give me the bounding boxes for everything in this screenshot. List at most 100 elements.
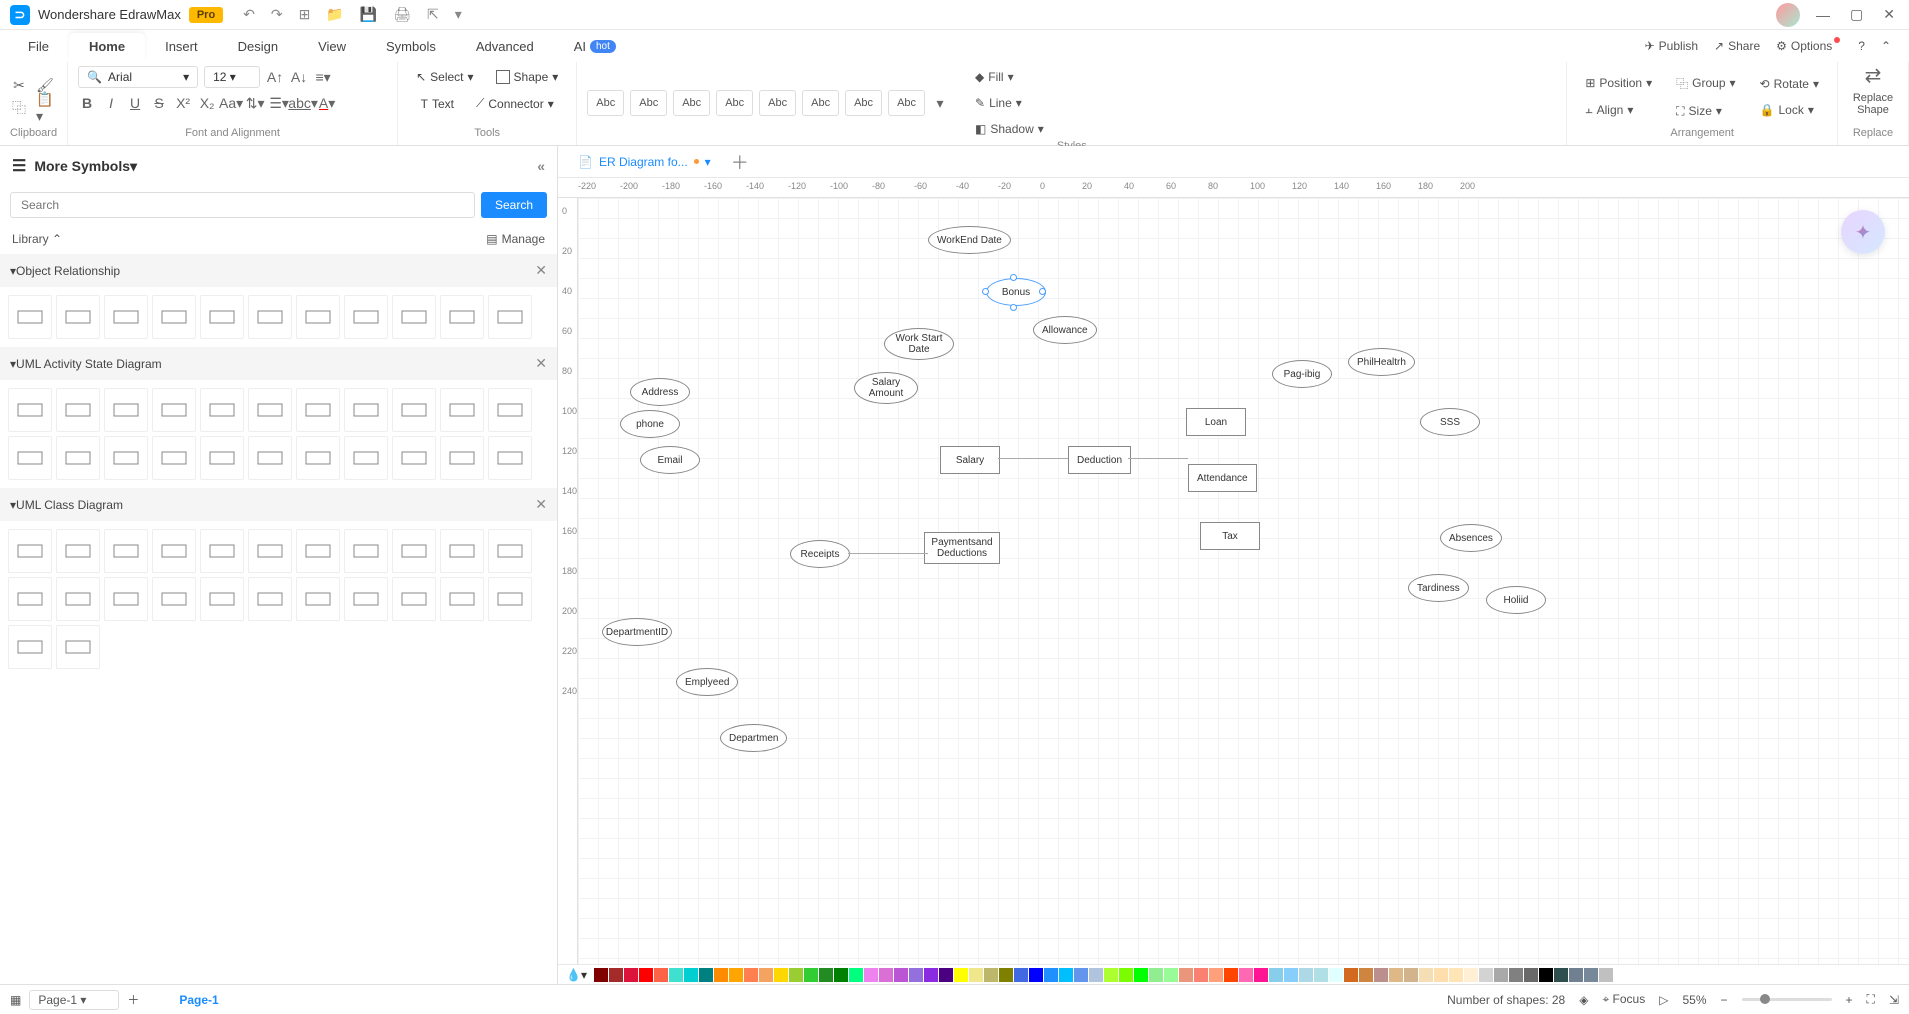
- shape-phone[interactable]: phone: [620, 410, 680, 438]
- present-icon[interactable]: ▷: [1659, 993, 1668, 1007]
- shape-tax[interactable]: Tax: [1200, 522, 1260, 550]
- symbol-item[interactable]: [200, 295, 244, 339]
- color-swatch[interactable]: [1149, 968, 1163, 982]
- close-section-icon[interactable]: ✕: [535, 262, 547, 279]
- color-swatch[interactable]: [1524, 968, 1538, 982]
- add-tab-button[interactable]: ＋: [723, 149, 757, 175]
- shape-email[interactable]: Email: [640, 446, 700, 474]
- symbol-item[interactable]: [56, 436, 100, 480]
- size-button[interactable]: ⛶ Size ▾: [1668, 100, 1743, 123]
- shape-holiday[interactable]: Holiid: [1486, 586, 1546, 614]
- maximize-button[interactable]: ▢: [1846, 6, 1867, 23]
- symbol-item[interactable]: [200, 529, 244, 573]
- tab-insert[interactable]: Insert: [145, 33, 218, 60]
- symbol-item[interactable]: [440, 577, 484, 621]
- symbol-item[interactable]: [8, 388, 52, 432]
- color-swatch[interactable]: [1464, 968, 1478, 982]
- color-swatch[interactable]: [1569, 968, 1583, 982]
- print-icon[interactable]: 🖨: [393, 6, 411, 23]
- color-swatch[interactable]: [624, 968, 638, 982]
- font-size-select[interactable]: 12 ▾: [204, 66, 260, 88]
- shape-allowance[interactable]: Allowance: [1033, 316, 1097, 344]
- shape-workend[interactable]: WorkEnd Date: [928, 226, 1011, 254]
- color-swatch[interactable]: [714, 968, 728, 982]
- color-swatch[interactable]: [1044, 968, 1058, 982]
- shape-bonus[interactable]: Bonus: [986, 278, 1046, 306]
- color-swatch[interactable]: [1299, 968, 1313, 982]
- symbol-item[interactable]: [344, 529, 388, 573]
- color-swatch[interactable]: [1164, 968, 1178, 982]
- search-button[interactable]: Search: [481, 192, 547, 218]
- symbol-item[interactable]: [296, 436, 340, 480]
- font-family-select[interactable]: 🔍 Arial ▾: [78, 66, 198, 88]
- color-swatch[interactable]: [909, 968, 923, 982]
- symbol-item[interactable]: [152, 577, 196, 621]
- symbol-item[interactable]: [248, 436, 292, 480]
- page-view-icon[interactable]: ▦: [10, 993, 21, 1007]
- ai-assistant-button[interactable]: ✦: [1841, 210, 1885, 254]
- symbol-item[interactable]: [248, 529, 292, 573]
- color-swatch[interactable]: [609, 968, 623, 982]
- close-section-icon[interactable]: ✕: [535, 496, 547, 513]
- help-icon[interactable]: ?: [1858, 39, 1865, 53]
- collapse-panel-icon[interactable]: «: [537, 158, 545, 174]
- symbol-item[interactable]: [56, 577, 100, 621]
- symbol-item[interactable]: [488, 577, 532, 621]
- symbol-item[interactable]: [392, 529, 436, 573]
- symbol-item[interactable]: [152, 295, 196, 339]
- color-swatch[interactable]: [1104, 968, 1118, 982]
- symbol-item[interactable]: [440, 529, 484, 573]
- color-swatch[interactable]: [1089, 968, 1103, 982]
- layers-icon[interactable]: ◈: [1579, 993, 1588, 1007]
- color-swatch[interactable]: [699, 968, 713, 982]
- export-icon[interactable]: ⇱: [427, 6, 439, 23]
- paste-icon[interactable]: 📋▾: [36, 99, 54, 117]
- text-tool[interactable]: T Text: [413, 93, 462, 115]
- color-swatch[interactable]: [1599, 968, 1613, 982]
- align-para-icon[interactable]: ≡▾: [314, 68, 332, 86]
- color-swatch[interactable]: [774, 968, 788, 982]
- shape-department[interactable]: Departmen: [720, 724, 787, 752]
- shape-tardiness[interactable]: Tardiness: [1408, 574, 1469, 602]
- color-swatch[interactable]: [744, 968, 758, 982]
- color-swatch[interactable]: [924, 968, 938, 982]
- shape-tool[interactable]: Shape ▾: [488, 66, 567, 88]
- color-swatch[interactable]: [849, 968, 863, 982]
- color-swatch[interactable]: [1344, 968, 1358, 982]
- zoom-out-button[interactable]: −: [1721, 993, 1728, 1007]
- cut-icon[interactable]: ✂: [10, 77, 28, 95]
- shape-deduction[interactable]: Deduction: [1068, 446, 1131, 474]
- color-swatch[interactable]: [1404, 968, 1418, 982]
- color-swatch[interactable]: [1119, 968, 1133, 982]
- section-uml-class[interactable]: ▾ UML Class Diagram✕: [0, 488, 557, 521]
- color-swatch[interactable]: [894, 968, 908, 982]
- symbol-item[interactable]: [104, 436, 148, 480]
- color-swatch[interactable]: [1509, 968, 1523, 982]
- group-button[interactable]: ⿻ Group ▾: [1668, 71, 1743, 96]
- style-preset-3[interactable]: Abc: [673, 90, 710, 116]
- symbol-item[interactable]: [344, 577, 388, 621]
- color-swatch[interactable]: [1329, 968, 1343, 982]
- color-swatch[interactable]: [954, 968, 968, 982]
- symbol-item[interactable]: [488, 529, 532, 573]
- align-button[interactable]: ⫠ Align ▾: [1577, 98, 1660, 121]
- replace-shape-icon[interactable]: ⇄: [1864, 66, 1882, 84]
- case-icon[interactable]: Aa▾: [222, 94, 240, 112]
- search-input[interactable]: [10, 192, 475, 218]
- zoom-in-button[interactable]: +: [1846, 993, 1853, 1007]
- symbol-item[interactable]: [392, 388, 436, 432]
- color-swatch[interactable]: [1254, 968, 1268, 982]
- color-swatch[interactable]: [819, 968, 833, 982]
- color-swatch[interactable]: [879, 968, 893, 982]
- color-swatch[interactable]: [1269, 968, 1283, 982]
- color-swatch[interactable]: [969, 968, 983, 982]
- style-preset-6[interactable]: Abc: [802, 90, 839, 116]
- color-swatch[interactable]: [1179, 968, 1193, 982]
- list-icon[interactable]: ☰▾: [270, 94, 288, 112]
- tab-file[interactable]: File: [8, 33, 69, 60]
- connector-tool[interactable]: ⟋ Connector ▾: [468, 92, 562, 115]
- color-swatch[interactable]: [669, 968, 683, 982]
- color-swatch[interactable]: [939, 968, 953, 982]
- color-swatch[interactable]: [804, 968, 818, 982]
- collapse-ribbon-icon[interactable]: ⌃: [1881, 39, 1891, 53]
